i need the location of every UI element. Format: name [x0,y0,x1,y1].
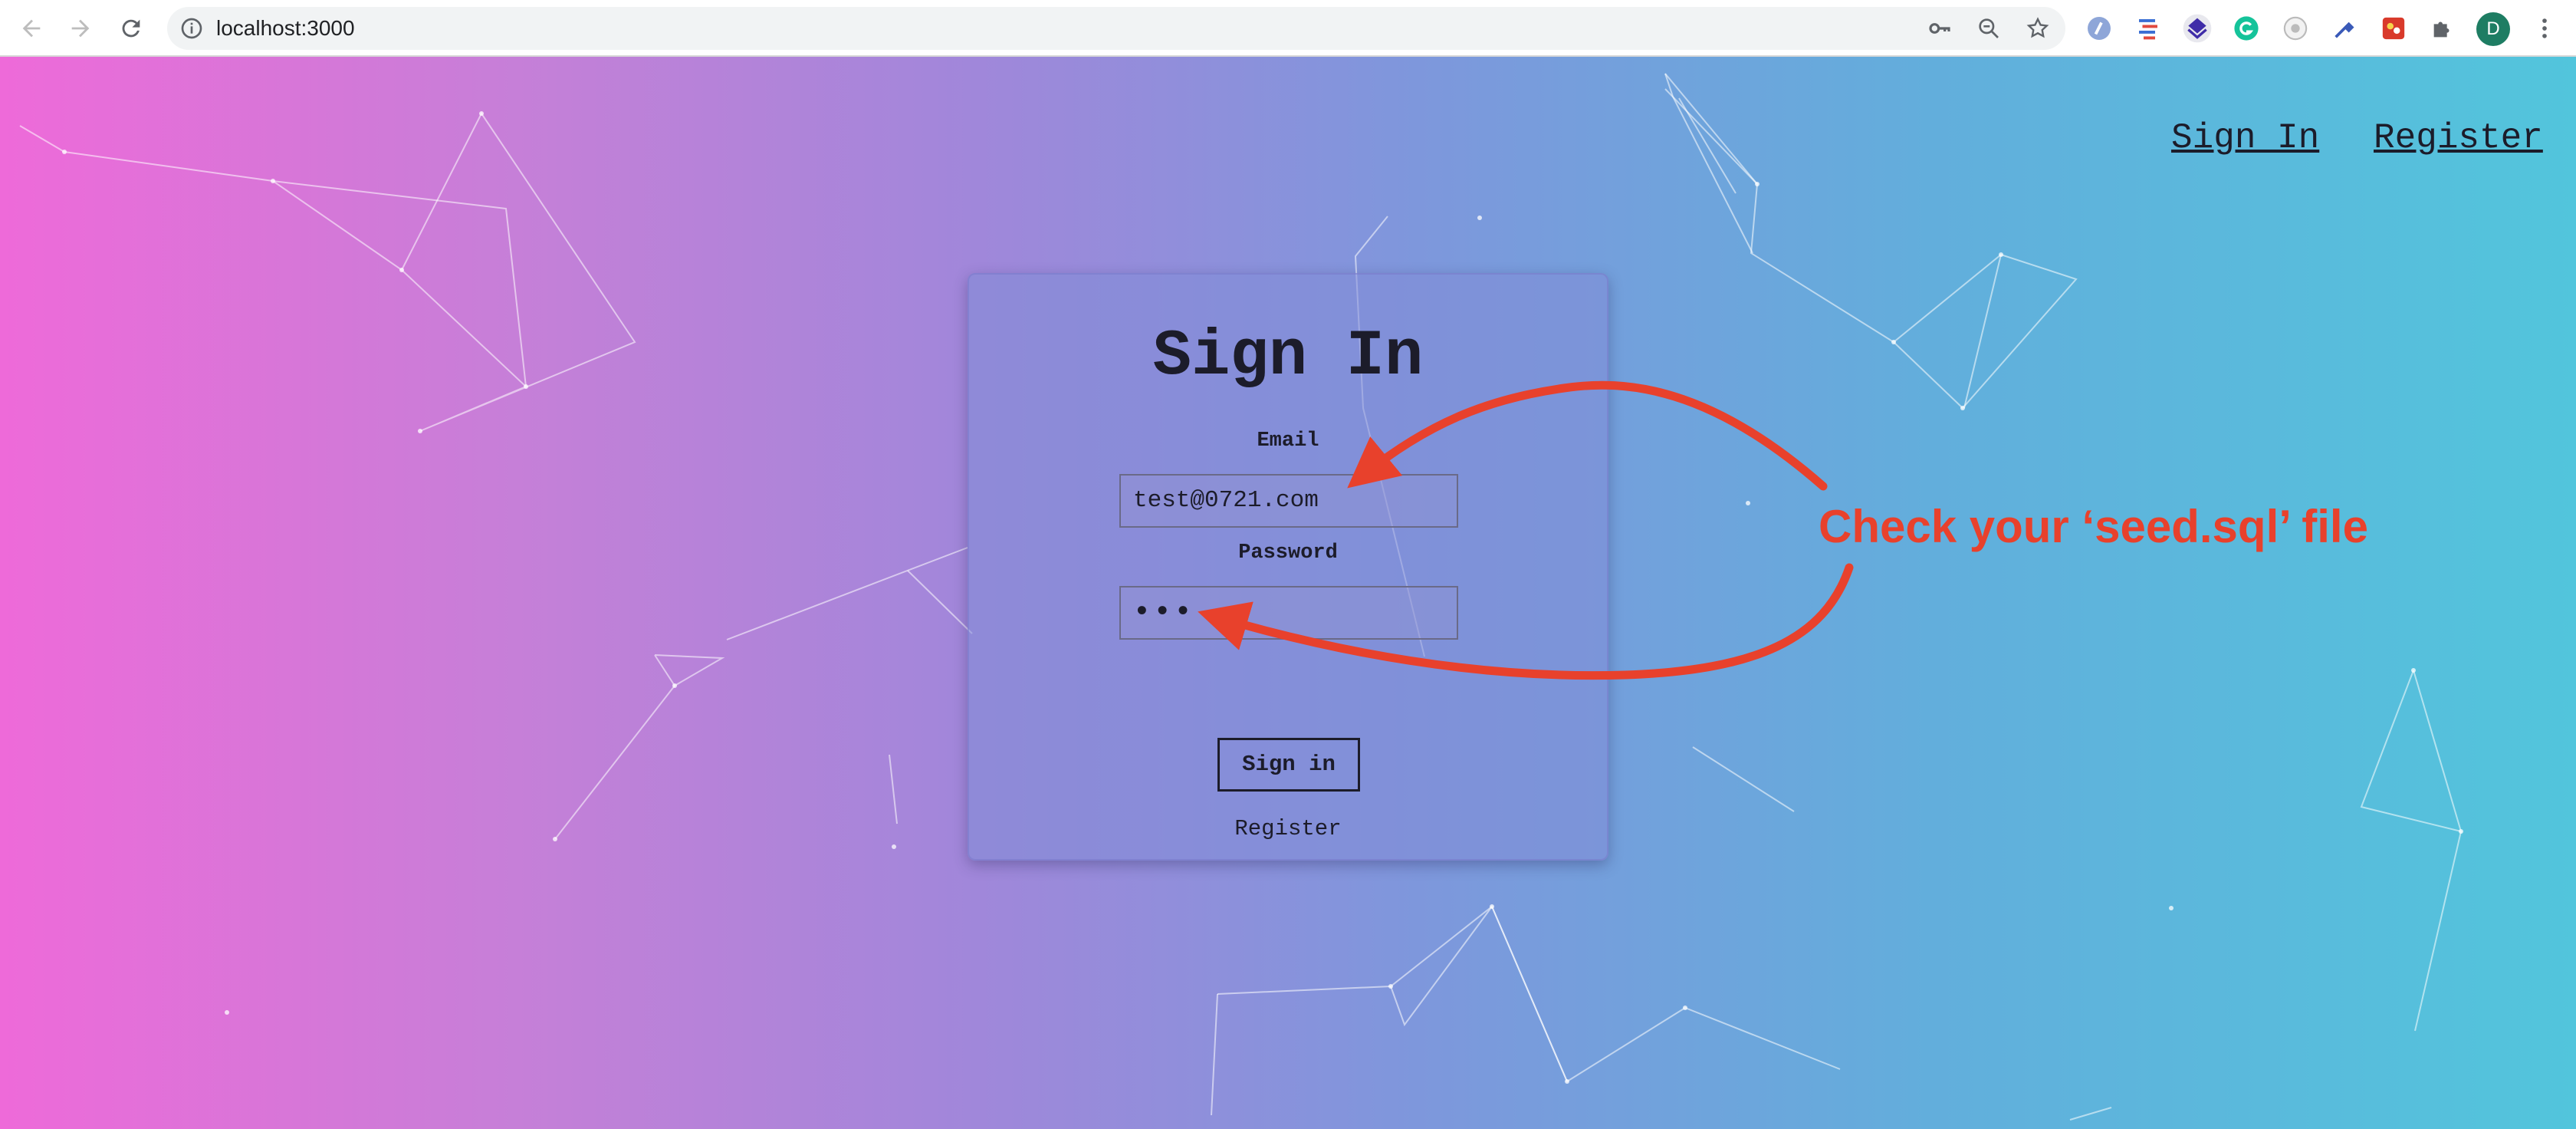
nav-register-link[interactable]: Register [2374,118,2543,158]
email-field[interactable]: test@0721.com [1119,474,1458,528]
star-icon[interactable] [2026,16,2050,41]
password-field[interactable]: ••• [1119,586,1458,640]
page-title: Sign In [1152,321,1424,393]
sign-in-button[interactable]: Sign in [1217,738,1360,792]
back-icon[interactable] [14,11,49,46]
register-link[interactable]: Register [969,816,1607,841]
address-bar[interactable]: localhost:3000 [167,7,2065,50]
extension-5-icon[interactable] [2280,13,2311,44]
password-label: Password [1238,541,1338,564]
email-label: Email [1257,430,1319,453]
site-info-icon[interactable] [179,16,204,41]
extension-2-icon[interactable] [2133,13,2164,44]
grammarly-icon[interactable] [2231,13,2262,44]
browser-toolbar: localhost:3000 D [0,0,2576,57]
extension-7-icon[interactable] [2378,13,2409,44]
extension-1-icon[interactable] [2084,13,2114,44]
zoom-icon[interactable] [1976,16,2001,41]
menu-icon[interactable] [2527,11,2562,46]
eyedropper-icon[interactable] [2329,13,2360,44]
nav-sign-in-link[interactable]: Sign In [2171,118,2319,158]
key-icon[interactable] [1927,16,1952,41]
sign-in-card: Sign In Email test@0721.com Password •••… [968,273,1608,861]
puzzle-icon[interactable] [2427,13,2458,44]
reload-icon[interactable] [113,11,149,46]
url-text: localhost:3000 [216,16,355,40]
avatar[interactable]: D [2476,12,2510,46]
page-background: Sign In Register Sign In Email test@0721… [0,57,2576,1129]
extension-3-icon[interactable] [2182,13,2213,44]
annotation-text: Check your ‘seed.sql’ file [1819,501,2368,552]
forward-icon[interactable] [63,11,98,46]
